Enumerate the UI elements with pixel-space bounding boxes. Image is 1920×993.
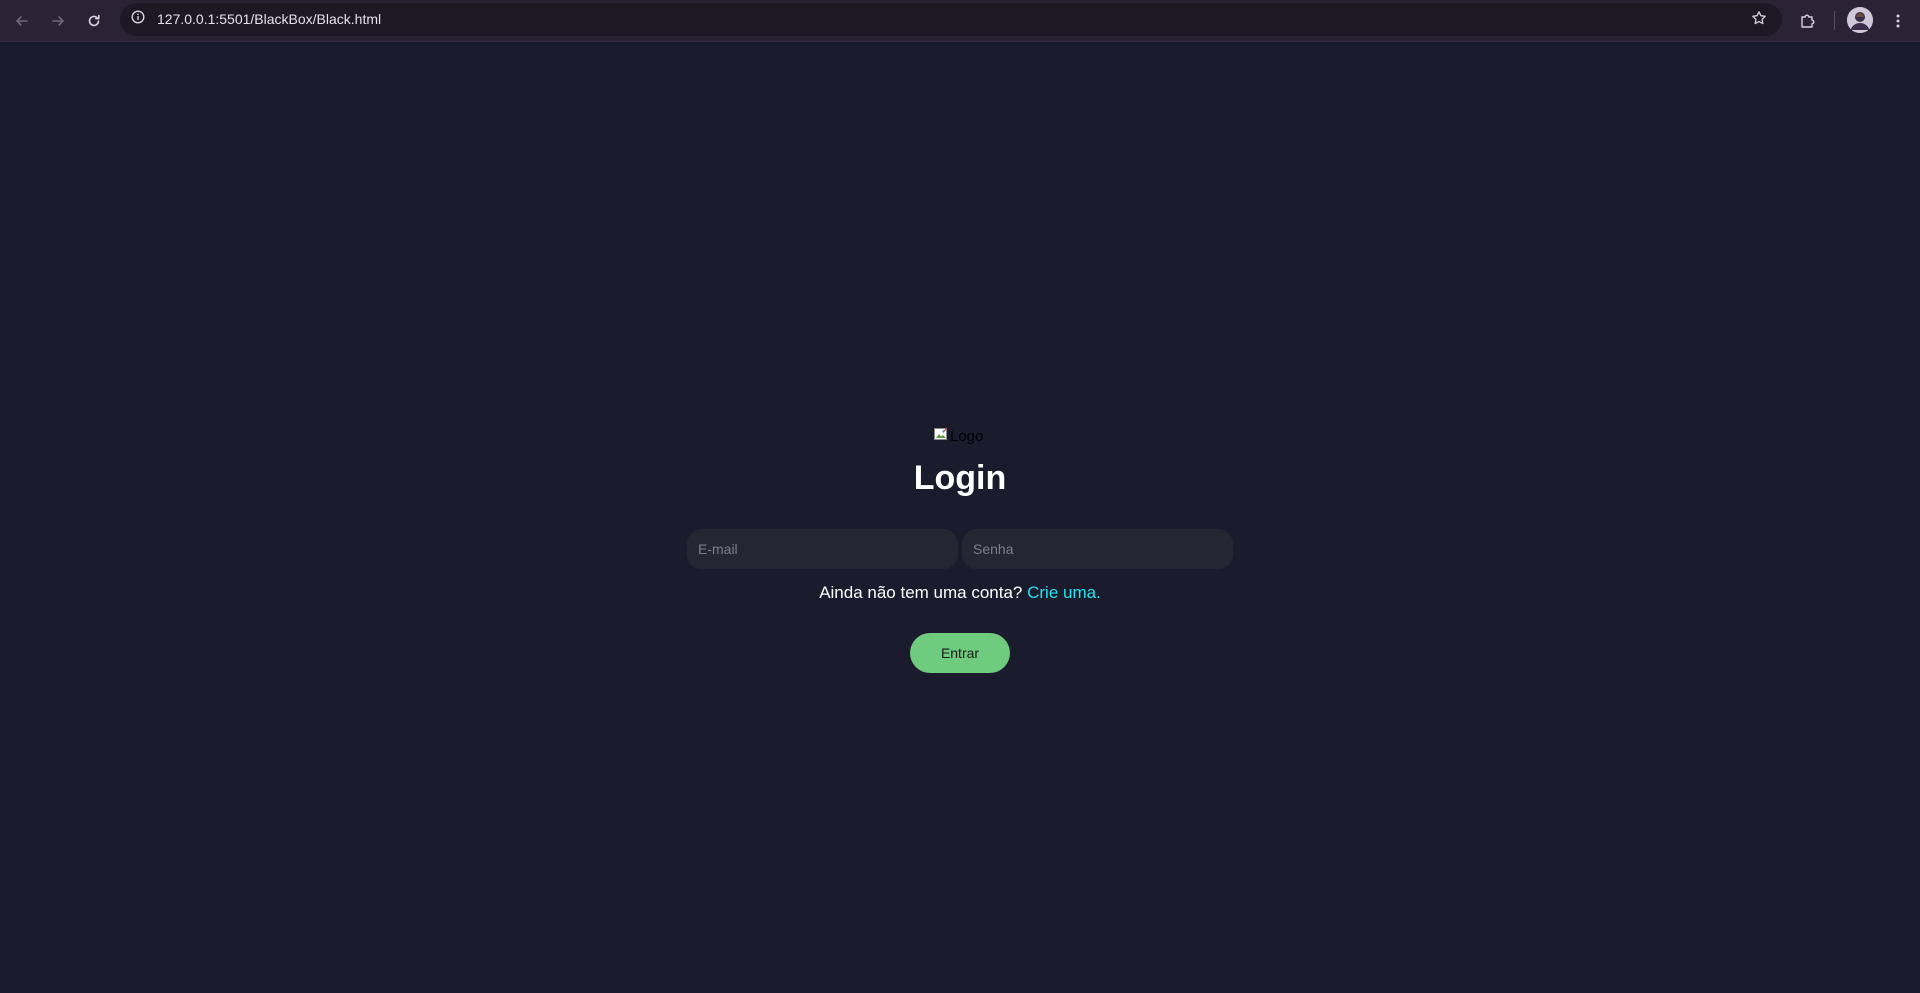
login-button[interactable]: Entrar <box>910 633 1010 673</box>
star-icon <box>1751 10 1767 31</box>
signup-link[interactable]: Crie uma. <box>1027 583 1101 602</box>
profile-button[interactable] <box>1847 7 1873 33</box>
logo-alt-text: Logo <box>950 427 984 445</box>
kebab-menu-icon <box>1890 13 1906 29</box>
extensions-button[interactable] <box>1794 7 1822 35</box>
info-icon <box>130 10 145 29</box>
page-title: Login <box>913 459 1007 497</box>
avatar-icon <box>1847 7 1873 33</box>
puzzle-icon <box>1799 12 1817 30</box>
email-field[interactable] <box>687 529 958 569</box>
reload-button[interactable] <box>80 7 108 35</box>
browser-menu-button[interactable] <box>1884 7 1912 35</box>
page-content: Logo Login Ainda não tem uma conta? Crie… <box>0 42 1920 993</box>
bookmark-button[interactable] <box>1748 9 1770 31</box>
browser-toolbar: 127.0.0.1:5501/BlackBox/Black.html <box>0 0 1920 42</box>
arrow-right-icon <box>50 13 66 29</box>
broken-image-icon <box>933 426 950 446</box>
reload-icon <box>86 13 102 29</box>
arrow-left-icon <box>14 13 30 29</box>
url-text[interactable]: 127.0.0.1:5501/BlackBox/Black.html <box>157 3 381 36</box>
back-button[interactable] <box>8 7 36 35</box>
signup-prompt-row: Ainda não tem uma conta? Crie uma. <box>0 583 1920 603</box>
toolbar-divider <box>1834 11 1835 30</box>
password-field[interactable] <box>962 529 1233 569</box>
signup-prompt: Ainda não tem uma conta? <box>819 583 1023 602</box>
forward-button[interactable] <box>44 7 72 35</box>
logo: Logo <box>933 426 983 446</box>
address-bar[interactable]: 127.0.0.1:5501/BlackBox/Black.html <box>120 3 1782 36</box>
site-info-button[interactable] <box>126 8 149 31</box>
